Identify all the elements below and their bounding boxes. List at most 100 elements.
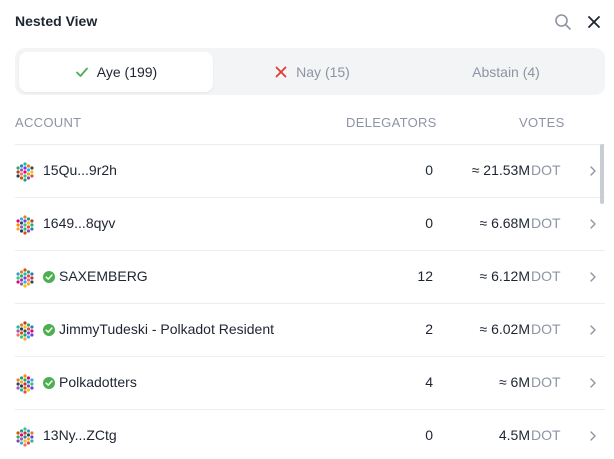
- identicon-dot: [30, 280, 34, 284]
- account-name: 1649...8qyv: [43, 215, 116, 231]
- voter-row[interactable]: 1649...8qyv 0 ≈ 6.68M DOT: [15, 197, 605, 250]
- identicon-dot: [19, 335, 24, 339]
- identicon-dot: [30, 227, 34, 231]
- identicon-dot: [30, 329, 34, 333]
- identicon-dot: [30, 435, 34, 439]
- tab-aye[interactable]: Aye (199): [19, 52, 213, 92]
- account-name: 13Ny...ZCtg: [43, 427, 117, 443]
- identicon-dot: [23, 227, 27, 231]
- account-name: JimmyTudeski - Polkadot Resident: [59, 321, 275, 337]
- identicon-dot: [16, 378, 20, 382]
- identicon-dot: [16, 382, 20, 386]
- voter-row[interactable]: Polkadotters 4 ≈ 6M DOT: [15, 356, 605, 409]
- chevron-right-icon: [590, 325, 596, 335]
- identicon-dot: [19, 327, 24, 331]
- identicon-dot: [19, 221, 24, 225]
- identicon-dot: [30, 174, 34, 178]
- identicon-dot: [23, 170, 27, 174]
- identicon-dot: [23, 390, 27, 394]
- identicon-dot: [23, 284, 27, 288]
- identicon-dot: [23, 431, 27, 435]
- votes-amount: 4.5M: [498, 427, 530, 443]
- identicon-dot: [26, 282, 31, 286]
- identicon-dot: [26, 274, 31, 278]
- identicon-dot: [23, 162, 27, 166]
- identicon-dot: [23, 276, 27, 280]
- votes-unit: DOT: [531, 215, 561, 231]
- voter-row[interactable]: SAXEMBERG 12 ≈ 6.12M DOT: [15, 250, 605, 303]
- identicon-dot: [30, 325, 34, 329]
- identicon-dot: [23, 325, 27, 329]
- votes-unit: DOT: [531, 374, 561, 390]
- identicon-dot: [16, 431, 20, 435]
- identicon-dot: [26, 335, 31, 339]
- verified-check-icon: [43, 377, 55, 389]
- identicon-dot: [30, 276, 34, 280]
- identicon-dot: [23, 382, 27, 386]
- identicon-dot: [26, 384, 31, 388]
- identicon-dot: [16, 333, 20, 337]
- identicon-dot: [23, 268, 27, 272]
- identicon-dot: [30, 439, 34, 443]
- identicon-avatar: [16, 321, 34, 341]
- verified-check-icon: [43, 271, 55, 283]
- voter-row[interactable]: 15Qu...9r2h 0 ≈ 21.53M DOT: [15, 144, 605, 197]
- identicon-dot: [26, 441, 31, 445]
- identicon-dot: [26, 172, 31, 176]
- identicon-dot: [16, 227, 20, 231]
- identicon-dot: [19, 388, 24, 392]
- identicon-dot: [23, 215, 27, 219]
- tab-nay-label: Nay (15): [296, 64, 350, 80]
- identicon-dot: [23, 435, 27, 439]
- identicon-dot: [19, 323, 24, 327]
- identicon-dot: [23, 333, 27, 337]
- identicon-dot: [30, 431, 34, 435]
- identicon-dot: [30, 378, 34, 382]
- x-icon: [275, 66, 287, 78]
- identicon-dot: [30, 272, 34, 276]
- voter-list: 15Qu...9r2h 0 ≈ 21.53M DOT 1649...8qyv 0…: [0, 144, 605, 459]
- identicon-avatar: [16, 268, 34, 288]
- identicon-dot: [26, 164, 31, 168]
- list-scrollbar[interactable]: [600, 144, 604, 204]
- identicon-dot: [23, 427, 27, 431]
- delegators-count: 12: [417, 268, 433, 284]
- identicon-dot: [19, 282, 24, 286]
- vote-tabs: Aye (199) Nay (15) Abstain (4): [15, 48, 605, 95]
- votes-unit: DOT: [531, 162, 561, 178]
- identicon-dot: [19, 437, 24, 441]
- identicon-dot: [19, 225, 24, 229]
- tab-abstain[interactable]: Abstain (4): [411, 52, 601, 92]
- identicon-dot: [26, 168, 31, 172]
- identicon-dot: [26, 229, 31, 233]
- voter-row[interactable]: 13Ny...ZCtg 0 4.5M DOT: [15, 409, 605, 459]
- verified-check-icon: [43, 324, 55, 336]
- identicon-dot: [19, 217, 24, 221]
- column-header-account: ACCOUNT: [15, 115, 82, 130]
- identicon-dot: [23, 329, 27, 333]
- delegators-count: 4: [425, 374, 433, 390]
- identicon-dot: [26, 176, 31, 180]
- identicon-dot: [23, 231, 27, 235]
- identicon-dot: [23, 439, 27, 443]
- close-icon[interactable]: [585, 13, 603, 31]
- search-icon[interactable]: [554, 13, 572, 31]
- identicon-avatar: [16, 215, 34, 235]
- identicon-dot: [16, 435, 20, 439]
- identicon-dot: [16, 439, 20, 443]
- voter-row[interactable]: JimmyTudeski - Polkadot Resident 2 ≈ 6.0…: [15, 303, 605, 356]
- identicon-dot: [23, 166, 27, 170]
- identicon-avatar: [16, 427, 34, 447]
- column-header-delegators: DELEGATORS: [346, 115, 437, 130]
- tab-nay[interactable]: Nay (15): [217, 52, 407, 92]
- account-name: Polkadotters: [59, 374, 137, 390]
- identicon-dot: [26, 327, 31, 331]
- column-header-votes: VOTES: [519, 115, 565, 130]
- identicon-dot: [23, 223, 27, 227]
- identicon-dot: [23, 337, 27, 341]
- identicon-dot: [26, 225, 31, 229]
- identicon-dot: [26, 376, 31, 380]
- identicon-dot: [16, 325, 20, 329]
- panel-title: Nested View: [15, 13, 98, 29]
- votes-amount: ≈ 21.53M: [471, 162, 530, 178]
